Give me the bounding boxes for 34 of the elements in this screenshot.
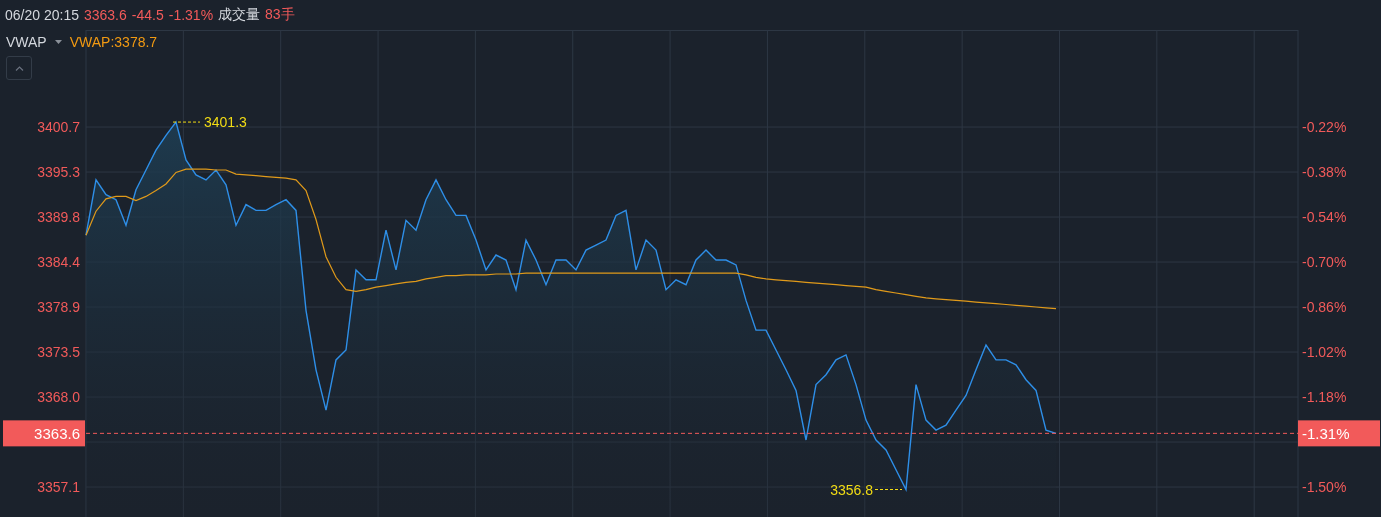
leader-line bbox=[172, 121, 201, 123]
ref-line-label: 3363.6 bbox=[34, 425, 80, 443]
percent-axis-label: -1.50% bbox=[1302, 479, 1347, 496]
low-price-label: 3356.8 bbox=[830, 481, 873, 498]
volume-value: 83手 bbox=[265, 6, 295, 24]
y-axis-label: 3357.1 bbox=[37, 479, 80, 496]
y-axis-label: 3395.3 bbox=[37, 163, 80, 180]
leader-line bbox=[874, 489, 903, 490]
y-axis-label: 3400.7 bbox=[37, 119, 80, 135]
percent-axis-label: -1.02% bbox=[1302, 343, 1347, 360]
vwap-value: VWAP:3378.7 bbox=[69, 34, 158, 50]
volume-label: 成交量 bbox=[218, 6, 261, 24]
collapse-button[interactable] bbox=[6, 56, 32, 80]
y-axis-label: 3378.9 bbox=[37, 299, 80, 315]
percent-axis-label: -1.18% bbox=[1302, 389, 1347, 406]
price-change: -44.5 bbox=[131, 7, 164, 23]
percent-axis-label: -0.54% bbox=[1302, 209, 1347, 225]
y-axis-label: 3389.8 bbox=[37, 209, 80, 225]
last-price-tag: 3363.6 bbox=[3, 420, 85, 447]
percent-axis-label: -0.22% bbox=[1302, 119, 1347, 135]
percent-change: -1.31% bbox=[168, 7, 214, 23]
y-axis-label: 3373.5 bbox=[37, 343, 80, 360]
last-percent-tag: -1.31% bbox=[1298, 420, 1380, 447]
chevron-up-icon bbox=[14, 65, 24, 71]
date-time: 06/20 20:15 bbox=[5, 7, 79, 23]
last-price: 3363.6 bbox=[83, 7, 127, 23]
indicator-dropdown[interactable]: VWAP bbox=[6, 34, 62, 50]
high-price-label: 3401.3 bbox=[204, 114, 247, 131]
y-axis-label: 3368.0 bbox=[37, 389, 80, 406]
percent-axis-label: -0.70% bbox=[1302, 253, 1347, 270]
caret-icon bbox=[54, 40, 62, 44]
percent-axis-label: -0.38% bbox=[1302, 163, 1347, 180]
y-axis-label: 3384.4 bbox=[37, 253, 80, 270]
percent-axis-label: -0.86% bbox=[1302, 299, 1347, 315]
